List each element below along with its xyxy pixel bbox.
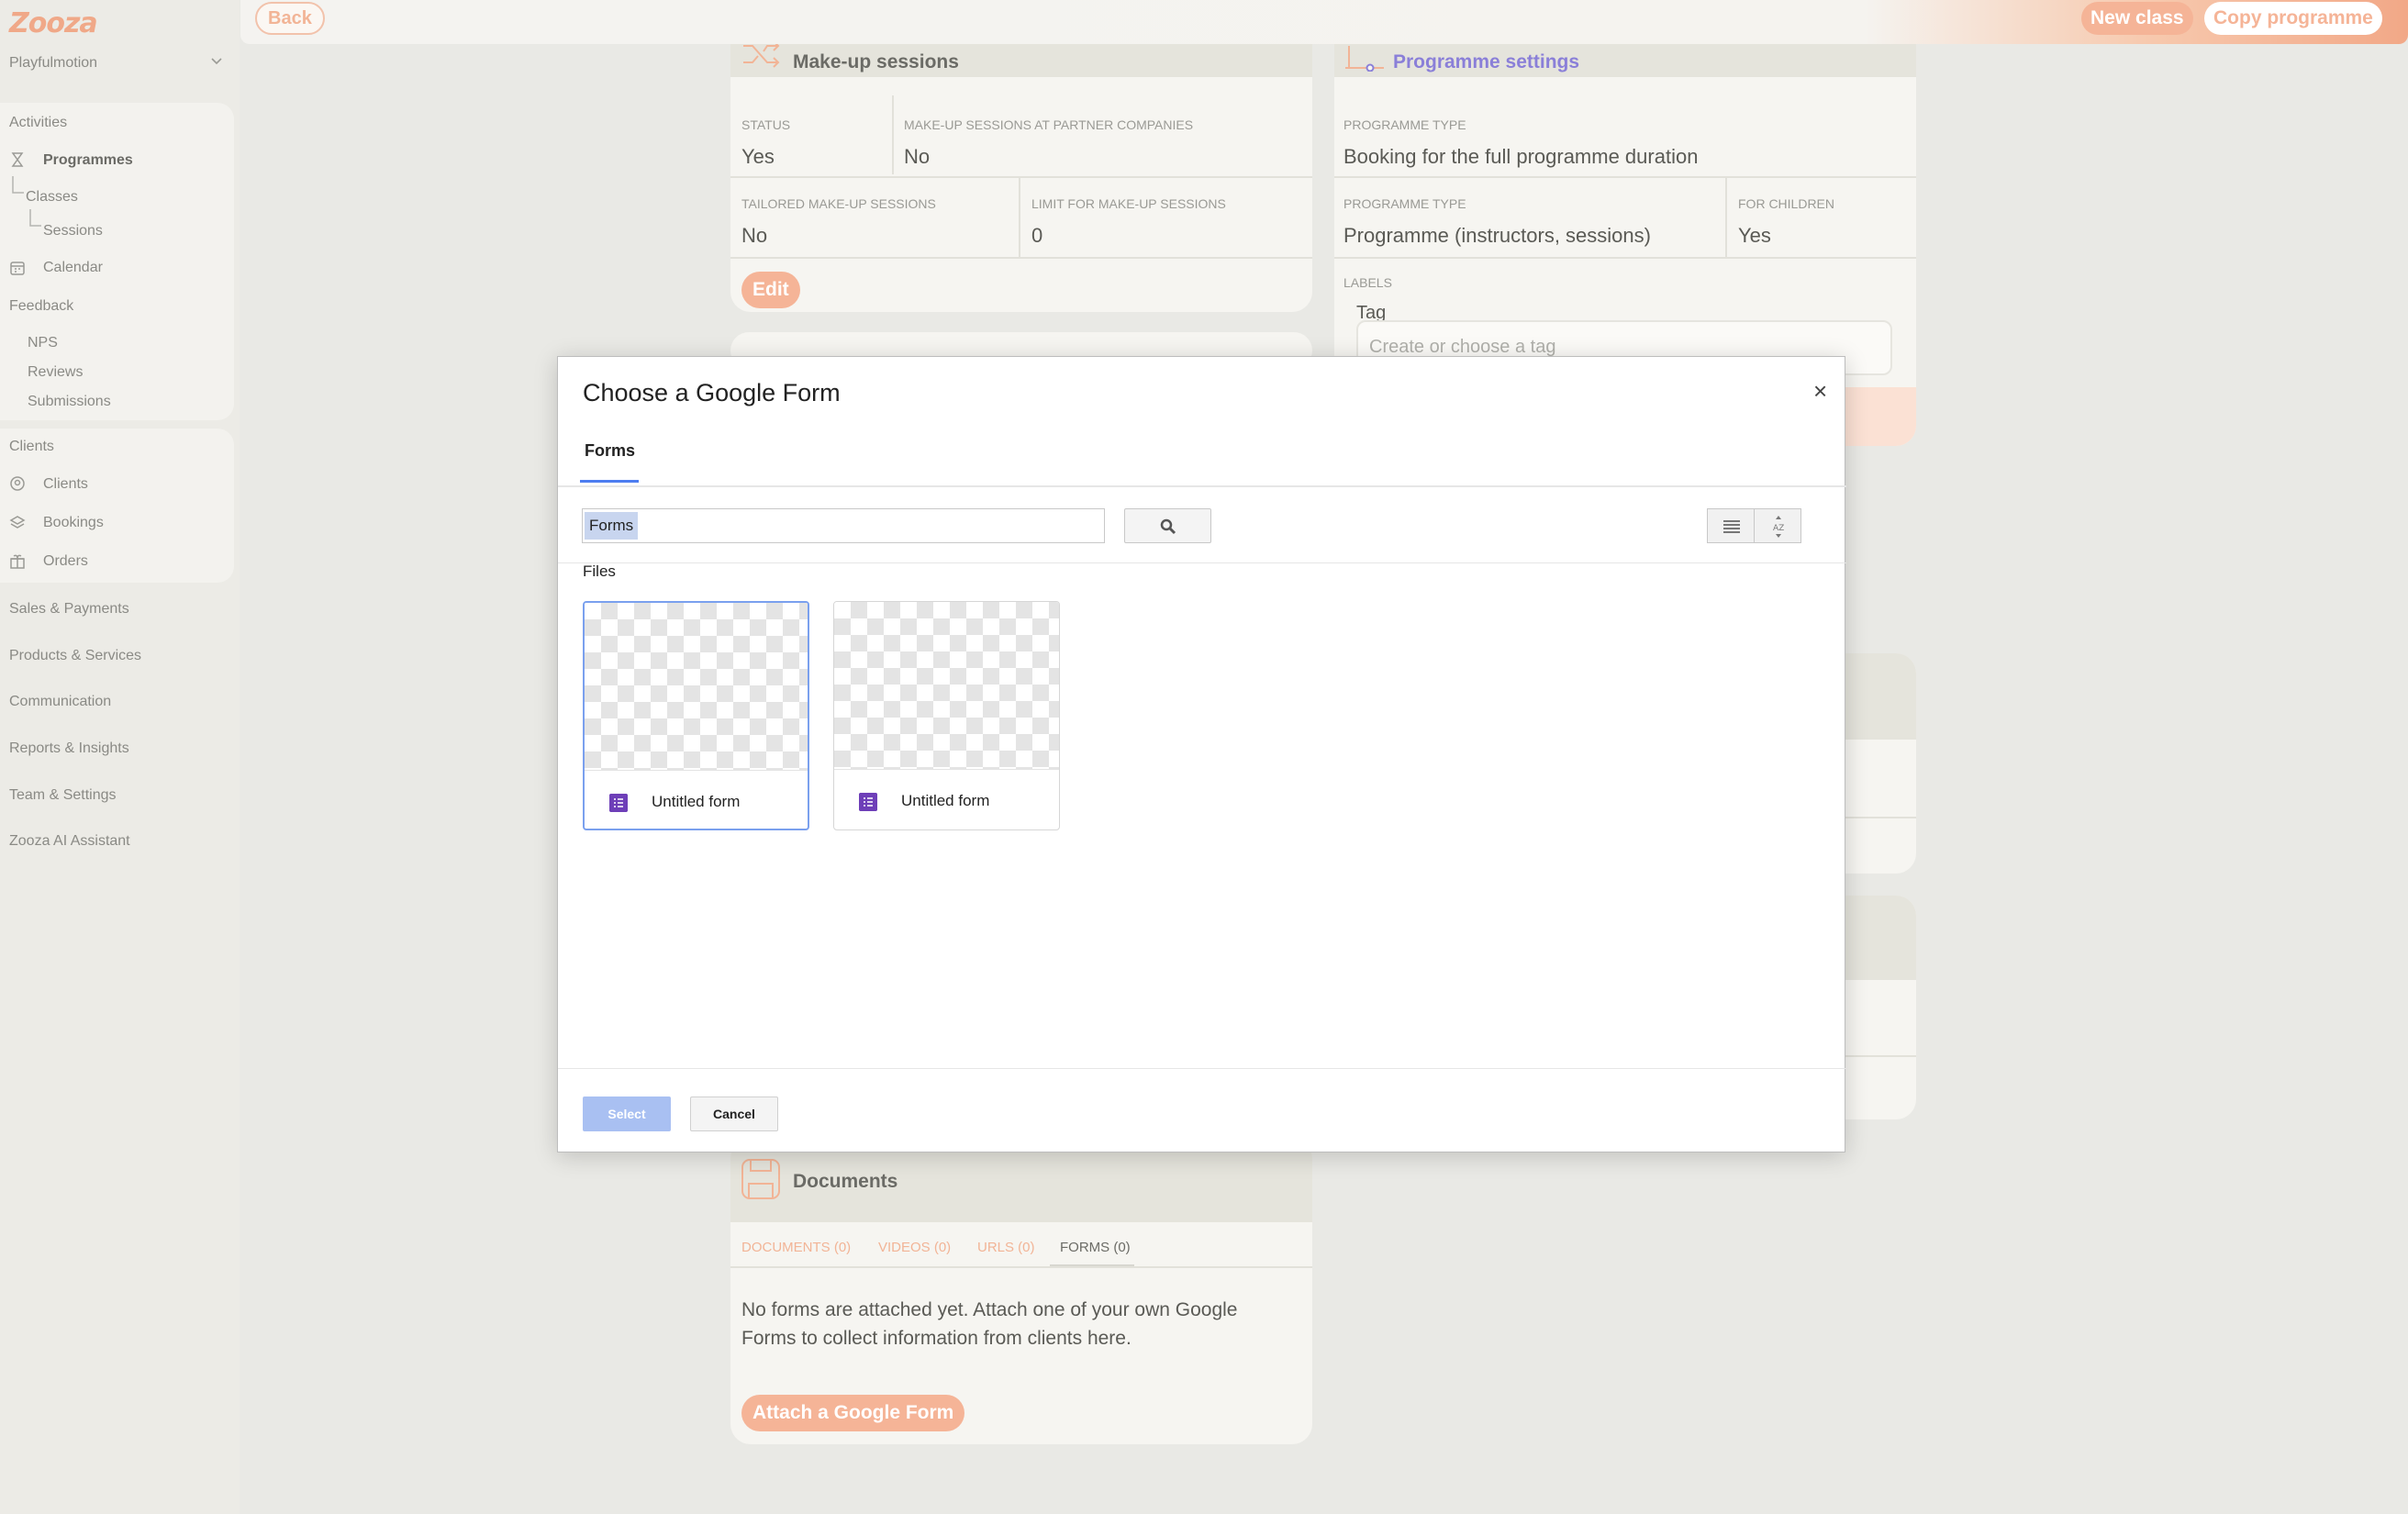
file-card[interactable]: Untitled form	[583, 601, 809, 830]
sidebar-item-team-settings[interactable]: Team & Settings	[9, 787, 117, 804]
search-input-value: Forms	[585, 512, 639, 540]
documents-empty-line1: No forms are attached yet. Attach one of…	[741, 1299, 1238, 1320]
programme-type-label: PROGRAMME TYPE	[1343, 117, 1466, 132]
sidebar-item-bookings[interactable]: Bookings	[43, 515, 104, 531]
settings-sliders-icon	[1345, 46, 1384, 72]
sidebar-item-programmes[interactable]: Programmes	[43, 152, 133, 169]
clients-icon	[10, 476, 25, 491]
programme-type-label-2: PROGRAMME TYPE	[1343, 196, 1466, 211]
file-name: Untitled form	[652, 793, 741, 810]
file-thumbnail	[585, 603, 808, 770]
sidebar-item-sessions[interactable]: Sessions	[43, 223, 103, 239]
chevron-down-icon[interactable]	[209, 53, 224, 68]
select-button[interactable]: Select	[583, 1097, 671, 1131]
sidebar-header-feedback[interactable]: Feedback	[9, 298, 73, 315]
list-view-button[interactable]	[1707, 508, 1755, 543]
sort-button[interactable]: AZ	[1754, 508, 1801, 543]
sidebar-item-reviews[interactable]: Reviews	[28, 364, 83, 381]
sidebar-header-clients: Clients	[9, 439, 54, 454]
google-forms-icon	[859, 793, 877, 811]
files-header: Files	[583, 562, 616, 580]
programme-settings-title[interactable]: Programme settings	[1393, 51, 1579, 73]
tree-connector-icon	[29, 209, 41, 227]
search-button[interactable]	[1124, 508, 1211, 543]
limit-value: 0	[1031, 224, 1043, 247]
google-forms-icon	[609, 794, 628, 812]
zooza-logo[interactable]: Zooza	[9, 7, 98, 39]
sidebar-item-classes[interactable]: Classes	[26, 189, 78, 206]
search-icon	[1160, 518, 1176, 535]
sort-az-icon: AZ	[1773, 516, 1784, 538]
file-name: Untitled form	[901, 792, 990, 809]
status-value: Yes	[741, 145, 775, 168]
programme-type-value: Booking for the full programme duration	[1343, 145, 1699, 168]
sidebar-item-submissions[interactable]: Submissions	[28, 394, 111, 410]
tab-documents[interactable]: DOCUMENTS (0)	[741, 1240, 851, 1255]
svg-text:AZ: AZ	[1773, 524, 1784, 533]
documents-icon	[741, 1159, 780, 1199]
sidebar-item-reports-insights[interactable]: Reports & Insights	[9, 740, 129, 757]
new-class-button[interactable]: New class	[2081, 2, 2193, 35]
tab-forms-picker[interactable]: Forms	[585, 441, 635, 461]
makeup-title: Make-up sessions	[793, 51, 959, 72]
partner-label: MAKE-UP SESSIONS AT PARTNER COMPANIES	[904, 117, 1194, 132]
sidebar-item-calendar[interactable]: Calendar	[43, 260, 103, 276]
dialog-title: Choose a Google Form	[583, 379, 841, 406]
bookings-icon	[9, 516, 26, 529]
programmes-icon	[11, 152, 24, 167]
makeup-edit-button[interactable]: Edit	[741, 272, 800, 308]
for-children-value: Yes	[1738, 224, 1771, 247]
sidebar: Zooza Playfulmotion Activities Programme…	[0, 0, 240, 1514]
sidebar-item-sales-payments[interactable]: Sales & Payments	[9, 601, 129, 618]
tailored-label: TAILORED MAKE-UP SESSIONS	[741, 196, 936, 211]
for-children-label: FOR CHILDREN	[1738, 196, 1835, 211]
sidebar-item-nps[interactable]: NPS	[28, 335, 58, 351]
makeup-sessions-card: Make-up sessions STATUS Yes MAKE-UP SESS…	[730, 9, 1312, 312]
tree-connector-icon	[12, 176, 24, 194]
sidebar-header-activities: Activities	[9, 115, 68, 130]
search-input[interactable]: Forms	[582, 508, 1105, 543]
list-view-icon	[1723, 520, 1740, 533]
calendar-icon	[10, 262, 25, 275]
google-form-picker-dialog: Choose a Google Form × Forms Forms AZ Fi…	[557, 356, 1846, 1152]
orders-icon	[10, 554, 25, 569]
back-button[interactable]: Back	[255, 2, 325, 35]
sidebar-item-communication[interactable]: Communication	[9, 694, 111, 710]
sidebar-item-clients[interactable]: Clients	[43, 476, 88, 493]
status-label: STATUS	[741, 117, 791, 132]
sidebar-item-orders[interactable]: Orders	[43, 553, 88, 570]
tailored-value: No	[741, 224, 768, 247]
copy-programme-button[interactable]: Copy programme	[2204, 2, 2382, 35]
close-icon[interactable]: ×	[1813, 377, 1827, 406]
partner-value: No	[904, 145, 931, 168]
sidebar-item-ai-assistant[interactable]: Zooza AI Assistant	[9, 833, 130, 850]
tab-forms[interactable]: FORMS (0)	[1060, 1240, 1131, 1255]
limit-label: LIMIT FOR MAKE-UP SESSIONS	[1031, 196, 1226, 211]
tab-urls[interactable]: URLS (0)	[977, 1240, 1035, 1255]
documents-title: Documents	[793, 1171, 898, 1192]
tab-videos[interactable]: VIDEOS (0)	[878, 1240, 951, 1255]
documents-empty-line2: Forms to collect information from client…	[741, 1328, 1132, 1349]
file-thumbnail	[834, 602, 1059, 769]
cancel-button[interactable]: Cancel	[690, 1097, 778, 1131]
attach-google-form-button[interactable]: Attach a Google Form	[741, 1395, 965, 1431]
labels-label: LABELS	[1343, 275, 1392, 290]
programme-type-value-2: Programme (instructors, sessions)	[1343, 224, 1651, 247]
organization-name[interactable]: Playfulmotion	[9, 55, 97, 72]
file-card[interactable]: Untitled form	[833, 601, 1060, 830]
sidebar-item-products-services[interactable]: Products & Services	[9, 648, 141, 664]
